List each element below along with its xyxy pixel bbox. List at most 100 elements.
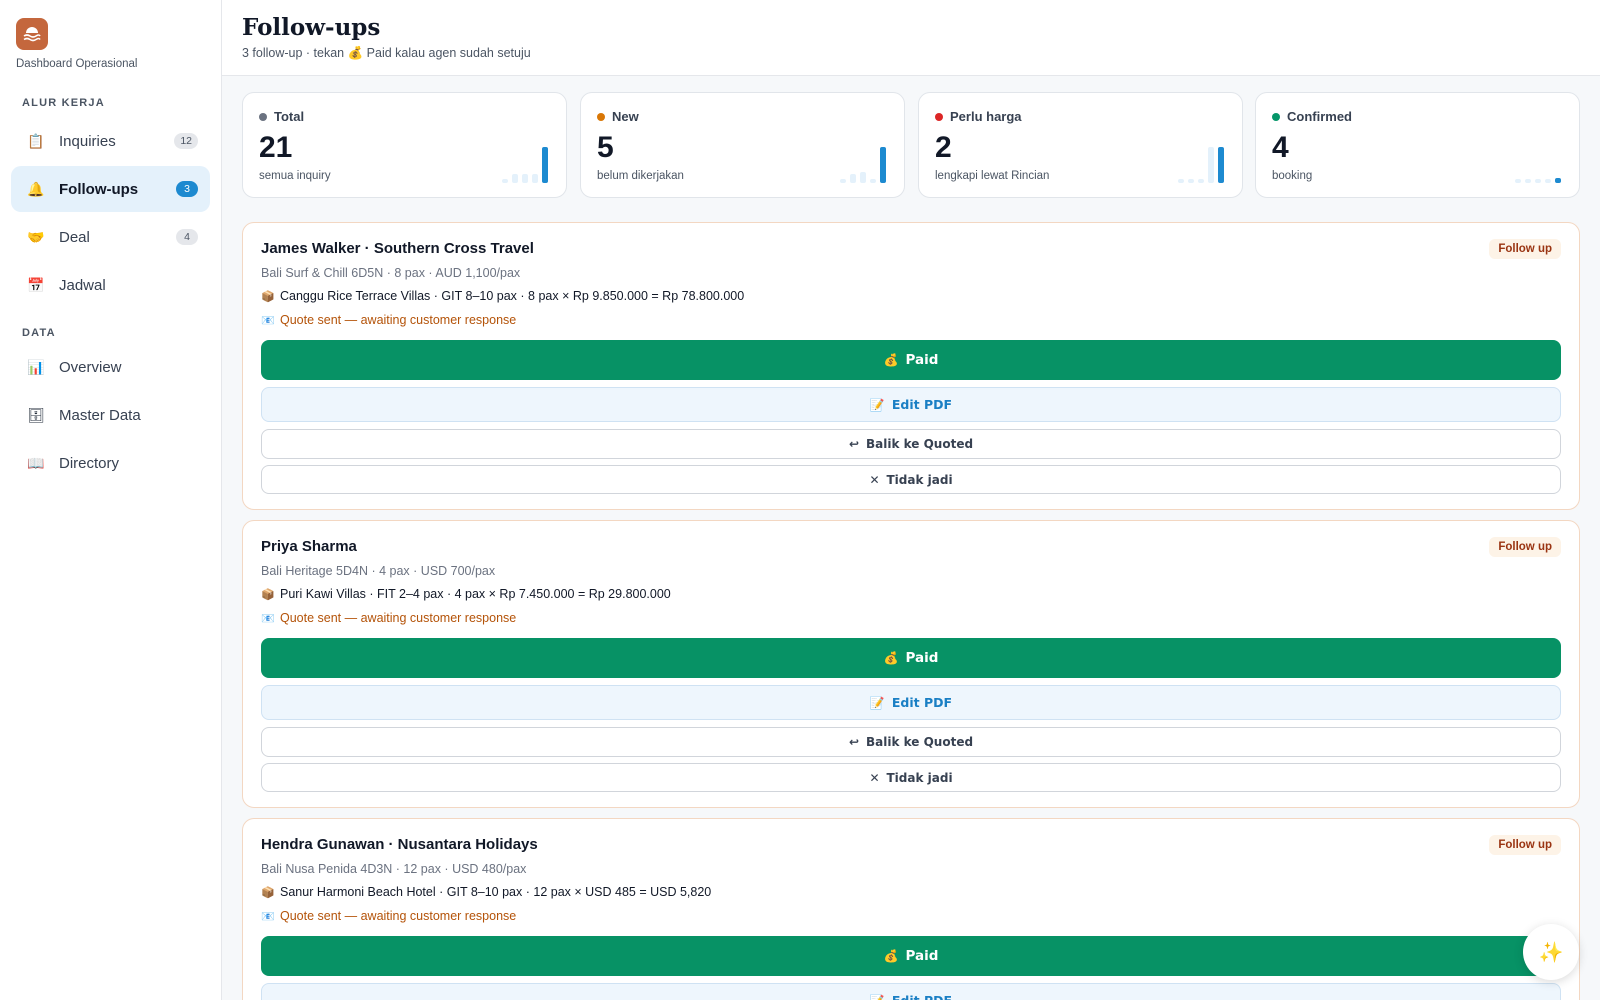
bell-icon: 🔔 xyxy=(27,180,45,197)
count-badge: 12 xyxy=(174,133,198,149)
quote-status-text: Quote sent — awaiting customer response xyxy=(280,611,517,625)
spark-bar xyxy=(1515,179,1521,183)
sparkles-icon: ✨ xyxy=(1538,941,1564,964)
stat-card-new[interactable]: New 5 belum dikerjakan xyxy=(580,92,905,198)
spark-bar xyxy=(1188,179,1194,183)
spark-bar xyxy=(1198,179,1204,183)
close-icon: ✕ xyxy=(869,770,880,785)
status-badge: Follow up xyxy=(1489,537,1561,557)
sidebar-item-label: Master Data xyxy=(59,406,141,424)
package-meta: Bali Nusa Penida 4D3N · 12 pax · USD 480… xyxy=(261,862,527,876)
spark-bar xyxy=(1208,147,1214,183)
back-to-quoted-button[interactable]: ↩ Balik ke Quoted xyxy=(261,727,1561,757)
quote-status: 📧 Quote sent — awaiting customer response xyxy=(261,313,516,327)
stat-description: booking xyxy=(1272,170,1313,182)
sidebar: Dashboard Operasional ALUR KERJA 📋 Inqui… xyxy=(0,0,222,1000)
envelope-icon: 📧 xyxy=(261,910,275,923)
quote-status-text: Quote sent — awaiting customer response xyxy=(280,313,517,327)
spark-bar xyxy=(1178,179,1184,183)
memo-icon: 📝 xyxy=(870,994,885,1000)
sparkline xyxy=(1515,143,1563,183)
brand-subtitle: Dashboard Operasional xyxy=(16,58,138,70)
sidebar-item-deal[interactable]: 🤝 Deal 4 xyxy=(11,214,210,260)
paid-button[interactable]: 💰 Paid xyxy=(261,340,1561,380)
status-dot xyxy=(935,112,943,121)
money-bag-icon: 💰 xyxy=(883,651,899,665)
cabinet-icon: 🗄 xyxy=(27,406,45,423)
stat-card-confirmed[interactable]: Confirmed 4 booking xyxy=(1255,92,1580,198)
count-badge: 3 xyxy=(176,181,198,197)
sparkline xyxy=(840,143,888,183)
edit-pdf-button[interactable]: 📝Edit PDF xyxy=(261,685,1561,720)
cancel-deal-button[interactable]: ✕ Tidak jadi xyxy=(261,763,1561,792)
count-badge: 4 xyxy=(176,229,198,245)
edit-pdf-button[interactable]: 📝Edit PDF xyxy=(261,387,1561,422)
book-icon: 📖 xyxy=(27,454,45,471)
pricing-text: Canggu Rice Terrace Villas · GIT 8–10 pa… xyxy=(280,289,745,303)
status-badge: Follow up xyxy=(1489,835,1561,855)
sidebar-item-follow-ups[interactable]: 🔔 Follow-ups 3 xyxy=(11,166,210,212)
money-bag-icon: 💰 xyxy=(883,949,899,963)
money-bag-icon: 💰 xyxy=(883,353,899,367)
spark-bar xyxy=(532,174,538,183)
section-label-alur-kerja: ALUR KERJA xyxy=(22,97,105,109)
status-badge: Follow up xyxy=(1489,239,1561,259)
spark-bar xyxy=(860,172,866,183)
pricing-text: Puri Kawi Villas · FIT 2–4 pax · 4 pax ×… xyxy=(280,587,671,601)
pricing-line: 📦 Canggu Rice Terrace Villas · GIT 8–10 p… xyxy=(261,289,744,303)
brand-logo[interactable] xyxy=(16,18,48,50)
handshake-icon: 🤝 xyxy=(27,228,45,245)
memo-icon: 📝 xyxy=(869,397,885,412)
package-meta: Bali Heritage 5D4N · 4 pax · USD 700/pax xyxy=(261,564,496,578)
spark-bar xyxy=(1555,178,1561,183)
return-arrow-icon: ↩ xyxy=(848,437,859,451)
stat-value: 2 xyxy=(935,131,952,164)
edit-pdf-button[interactable]: 📝Edit PDF xyxy=(261,983,1561,1000)
stat-value: 4 xyxy=(1272,131,1289,164)
spark-bar xyxy=(1525,179,1531,183)
quote-status: 📧 Quote sent — awaiting customer response xyxy=(261,611,516,625)
sidebar-item-directory[interactable]: 📖 Directory xyxy=(11,440,210,486)
spark-bar xyxy=(840,179,846,183)
sidebar-item-overview[interactable]: 📊 Overview xyxy=(11,344,210,390)
return-arrow-icon: ↩ xyxy=(848,735,859,749)
sidebar-item-label: Overview xyxy=(59,358,122,376)
follow-up-title: Hendra Gunawan · Nusantara Holidays xyxy=(261,836,538,853)
stat-value: 5 xyxy=(597,131,614,164)
paid-button[interactable]: 💰 Paid xyxy=(261,936,1561,976)
sidebar-item-inquiries[interactable]: 📋 Inquiries 12 xyxy=(11,118,210,164)
spark-bar xyxy=(850,174,856,183)
sidebar-item-jadwal[interactable]: 📅 Jadwal xyxy=(11,262,210,308)
envelope-icon: 📧 xyxy=(261,314,275,327)
calendar-icon: 📅 xyxy=(27,276,45,293)
close-icon: ✕ xyxy=(869,472,880,487)
spark-bar xyxy=(512,174,518,183)
section-label-data: DATA xyxy=(22,327,56,339)
stat-card-perlu-harga[interactable]: Perlu harga 2 lengkapi lewat Rincian xyxy=(918,92,1243,198)
quote-status-text: Quote sent — awaiting customer response xyxy=(280,909,517,923)
stat-description: belum dikerjakan xyxy=(597,170,684,182)
sunset-waves-icon xyxy=(23,27,41,42)
pricing-text: Sanur Harmoni Beach Hotel · GIT 8–10 pax… xyxy=(280,885,712,899)
money-bag-icon: 💰 xyxy=(347,46,364,60)
package-icon: 📦 xyxy=(261,290,275,303)
subtitle-prefix: 3 follow-up · tekan xyxy=(242,46,348,60)
paid-button[interactable]: 💰 Paid xyxy=(261,638,1561,678)
package-meta: Bali Surf & Chill 6D5N · 8 pax · AUD 1,1… xyxy=(261,266,521,280)
bar-chart-icon: 📊 xyxy=(27,358,45,375)
page-subtitle: 3 follow-up · tekan 💰 Paid kalau agen su… xyxy=(242,46,531,61)
stat-description: lengkapi lewat Rincian xyxy=(935,170,1050,182)
assistant-fab-button[interactable]: ✨ xyxy=(1523,924,1579,980)
page-title: Follow-ups xyxy=(242,14,381,41)
subtitle-suffix: Paid kalau agen sudah setuju xyxy=(363,46,531,60)
back-to-quoted-button[interactable]: ↩ Balik ke Quoted xyxy=(261,429,1561,459)
follow-up-card: Priya Sharma Follow up Bali Heritage 5D4… xyxy=(242,520,1580,808)
cancel-deal-button[interactable]: ✕ Tidak jadi xyxy=(261,465,1561,494)
clipboard-icon: 📋 xyxy=(27,132,45,149)
stat-card-total[interactable]: Total 21 semua inquiry xyxy=(242,92,567,198)
pricing-line: 📦 Puri Kawi Villas · FIT 2–4 pax · 4 pax … xyxy=(261,587,671,601)
follow-up-title: Priya Sharma xyxy=(261,538,357,555)
sidebar-item-master-data[interactable]: 🗄 Master Data xyxy=(11,392,210,438)
spark-bar xyxy=(1535,179,1541,183)
pricing-line: 📦 Sanur Harmoni Beach Hotel · GIT 8–10 pa… xyxy=(261,885,711,899)
